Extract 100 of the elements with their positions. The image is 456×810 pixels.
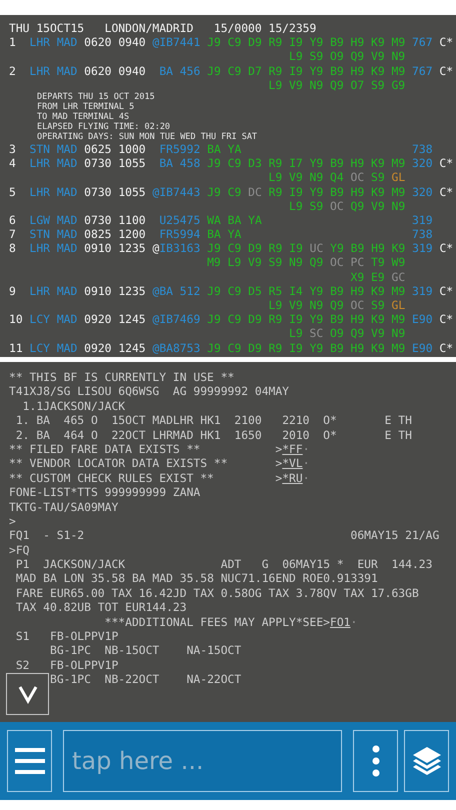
terminal-text: TAX 40.82UB TOT EUR144.23	[16, 600, 187, 614]
flight-code: 319	[412, 241, 433, 256]
terminal-text: MAD BA LON 35.58 BA MAD 35.58 NUC71.16END ROE0.913391	[16, 571, 378, 586]
booking-classes: T9 W9	[371, 255, 406, 270]
booking-classes: L9 V9 N9 Q9	[268, 298, 344, 312]
terminal-text: C*	[439, 35, 454, 50]
flight-code: 320	[412, 156, 433, 170]
flight-code: 319	[412, 284, 433, 298]
terminal-text: 4	[9, 156, 16, 170]
closed-classes: OC	[350, 298, 364, 312]
terminal-text: P1 JACKSON/JACK	[16, 557, 126, 572]
terminal-text: 8	[9, 241, 16, 256]
terminal-text: 0730 1055	[84, 156, 146, 170]
booking-classes: J9 C9 D5 R5 I4 Y9 B9 H9 K9 M9	[207, 284, 406, 298]
flight-code: IB3163	[159, 241, 200, 256]
booking-classes: O9 Q9 V9 N9	[330, 326, 406, 340]
flight-details: FROM LHR TERMINAL 5	[37, 102, 134, 112]
flight-code: 320	[412, 184, 433, 198]
terminal-text: S1 FB-OLPPV1P	[16, 629, 118, 644]
flight-code: @BA 512	[152, 284, 200, 298]
booking-classes: L9 S9 O9 Q9 V9 N9	[289, 49, 406, 64]
booking-classes: L9 V9 N9 Q9 O7 S9 G9	[268, 78, 406, 92]
availability-header: THU 15OCT15 LONDON/MADRID 15/0000 15/2359	[9, 21, 316, 35]
flight-code: 767	[412, 35, 433, 50]
booking-classes: L9	[289, 326, 303, 340]
command-link[interactable]: *FF	[282, 442, 303, 456]
flight-code: LHR MAD	[30, 64, 78, 78]
limited-classes: GL	[392, 170, 406, 184]
flight-code: STN MAD	[30, 142, 78, 156]
flight-code: STN MAD	[30, 227, 78, 242]
menu-button[interactable]	[7, 730, 52, 792]
terminal-text: ADT G 06MAY15 * EUR 144.23	[220, 557, 432, 572]
flight-code: LCY MAD	[30, 312, 78, 326]
flight-details: TO MAD TERMINAL 4S	[37, 112, 130, 122]
terminal-text: >	[275, 456, 282, 470]
chevron-down-icon	[16, 684, 38, 704]
line-marker: ·	[350, 614, 358, 629]
terminal-text: 0730 1100	[84, 212, 146, 227]
line-marker: ·	[302, 442, 310, 456]
booking-classes: BA YA	[207, 227, 242, 242]
terminal-text: BG-1PC NB-22OCT NA-22OCT	[50, 672, 242, 686]
flight-code: @IB7443	[152, 184, 200, 198]
terminal-text: 0620 0940	[84, 64, 146, 78]
terminal-text: ** CUSTOM CHECK RULES EXIST **	[9, 470, 214, 485]
booking-classes: X9 E9	[350, 270, 385, 284]
booking-classes: J9 C9 D9 R9 I9 Y9 B9 H9 K9 M9	[207, 312, 406, 326]
terminal-text: C*	[439, 284, 454, 298]
flight-code: 738	[412, 142, 433, 156]
terminal-text: 1.1JACKSON/JACK	[22, 398, 126, 413]
flight-code: E90	[412, 340, 433, 355]
booking-classes: WA BA YA	[207, 212, 262, 227]
terminal-text: 11	[9, 340, 23, 355]
flight-code: E90	[412, 312, 433, 326]
flight-code: @IB7441	[152, 35, 200, 50]
menu-icon	[14, 748, 44, 774]
terminal-text: 0910 1235	[84, 241, 146, 256]
terminal-text: FQ1 - S1-2	[9, 528, 84, 542]
terminal-text: 0730 1055	[84, 184, 146, 198]
terminal-text: C*	[439, 340, 454, 355]
flight-details: ELAPSED FLYING TIME: 02:20	[37, 122, 170, 132]
scroll-down-button[interactable]	[6, 673, 49, 715]
terminal-text: 0920 1245	[84, 340, 146, 355]
layers-button[interactable]	[404, 730, 449, 792]
flight-details: DEPARTS THU 15 OCT 2015	[37, 92, 155, 102]
closed-classes: OC PC	[330, 255, 364, 270]
terminal-text: FONE-LIST*TTS 999999999 ZANA	[9, 485, 200, 500]
terminal-text: 06MAY15 21/AG	[350, 528, 440, 542]
flight-code: LGW MAD	[30, 212, 78, 227]
flight-code: LCY MAD	[30, 340, 78, 355]
booking-classes: J9 C9 D3 R9 I7 Y9 B9 H9 K9 M9	[207, 156, 406, 170]
line-marker: ·	[302, 470, 310, 485]
terminal-text: S2 FB-OLPPV1P	[16, 658, 118, 672]
booking-classes: S9	[371, 170, 385, 184]
terminal-text: 7	[9, 227, 16, 242]
terminal-text: T41XJ8/SG LISOU 6Q6WSG AG 99999992 04MAY	[9, 384, 290, 398]
terminal-text: 0910 1235	[84, 284, 146, 298]
closed-classes: OC	[330, 198, 344, 213]
flight-code: FR5992	[159, 142, 200, 156]
booking-classes: M9 L9 V9 S9 N9 Q9	[207, 255, 324, 270]
flight-code: BA 458	[159, 156, 200, 170]
flight-code: LHR MAD	[30, 284, 78, 298]
flight-code: @IB7469	[152, 312, 200, 326]
command-link[interactable]: *RU	[282, 470, 303, 485]
flight-code: 738	[412, 227, 433, 242]
command-link[interactable]: FO1	[330, 614, 350, 629]
terminal-text: TKTG-TAU/SA09MAY	[9, 500, 118, 514]
flight-code: LHR MAD	[30, 184, 78, 198]
command-link[interactable]: *VL	[282, 456, 303, 470]
more-button[interactable]	[353, 730, 398, 792]
booking-classes: J9 C9 D9 R9 I9 Y9 B9 H9 K9 M9	[207, 35, 406, 50]
terminal-text: >	[275, 442, 282, 456]
terminal-text: 2	[9, 64, 16, 78]
command-field[interactable]: tap here ...	[63, 730, 342, 792]
flight-code: LHR MAD	[30, 156, 78, 170]
closed-classes: SC	[310, 326, 324, 340]
booking-classes: Q9 V9 N9	[350, 198, 406, 213]
terminal-text: 0620 0940	[84, 35, 146, 50]
booking-classes: J9 C9 D7 R9 I9 Y9 B9 H9 K9 M9	[207, 64, 406, 78]
terminal-text: 2. BA 464 O 22OCT LHRMAD HK1 1650 2010 O* E TH	[16, 428, 412, 442]
flight-code: 319	[412, 212, 433, 227]
